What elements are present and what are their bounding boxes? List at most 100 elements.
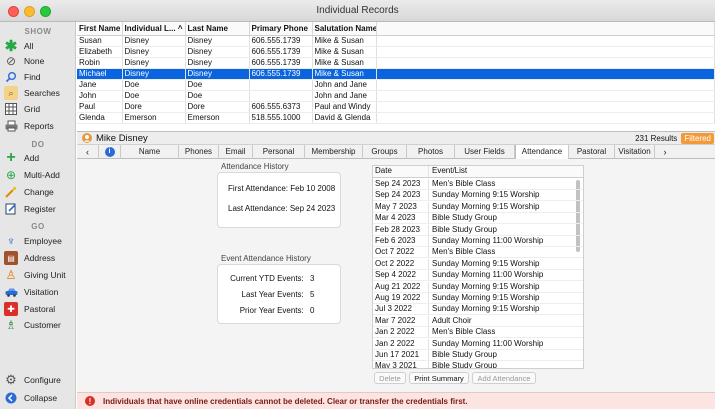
sidebar-item-label: Pastoral — [24, 304, 56, 314]
event-date: Jan 2 2022 — [373, 338, 429, 349]
print-summary-button[interactable]: Print Summary — [409, 372, 469, 384]
table-cell-empty — [376, 90, 715, 102]
list-item[interactable]: Feb 6 2023 Sunday Morning 11:00 Worship — [373, 236, 583, 247]
pastoral-icon: ✚ — [4, 302, 18, 316]
list-item[interactable]: Jun 17 2021 Bible Study Group — [373, 350, 583, 361]
prior-year-events-value: 0 — [310, 306, 315, 315]
table-cell: Dore — [185, 101, 250, 113]
column-header-primary-phone[interactable]: Primary Phone — [249, 22, 313, 36]
tab-info[interactable]: i — [99, 144, 121, 159]
tab-scroll-left[interactable]: ‹ — [77, 144, 99, 159]
close-window-button[interactable] — [8, 6, 19, 17]
sidebar-item-multi-add[interactable]: ⊕ Multi-Add — [4, 166, 74, 184]
table-row[interactable]: Elizabeth Disney Disney 606.555.1739 Mike & … — [77, 46, 715, 58]
tab-phones[interactable]: Phones — [179, 144, 219, 159]
tab-user-fields[interactable]: User Fields — [455, 144, 515, 159]
results-count: 231 Results — [635, 133, 678, 143]
table-row[interactable]: John Doe Doe John and Jane — [77, 90, 715, 102]
column-header-event[interactable]: Event/List — [429, 166, 467, 177]
table-cell: Jane — [77, 79, 123, 91]
column-header-first-name[interactable]: First Name — [77, 22, 123, 36]
table-row[interactable]: Michael Disney Disney 606.555.1739 Mike & Su… — [77, 68, 715, 80]
table-cell: 606.555.1739 — [249, 46, 313, 58]
sidebar-item-reports[interactable]: Reports — [4, 117, 74, 135]
list-item[interactable]: Sep 4 2022 Sunday Morning 11:00 Worship — [373, 270, 583, 282]
table-cell: Disney — [122, 46, 186, 58]
event-list-table[interactable]: Date Event/List Sep 24 2023 Men's Bible C… — [372, 165, 584, 369]
list-item[interactable]: Jul 3 2022 Sunday Morning 9:15 Worship — [373, 304, 583, 316]
sidebar-item-label: Multi-Add — [24, 170, 60, 180]
add-attendance-button[interactable]: Add Attendance — [472, 372, 536, 384]
list-item[interactable]: Jan 2 2022 Men's Bible Class — [373, 327, 583, 339]
table-row[interactable]: Jane Doe Doe John and Jane — [77, 79, 715, 91]
table-cell: Glenda — [77, 112, 123, 124]
event-name: Sunday Morning 9:15 Worship — [432, 304, 540, 314]
table-cell-empty — [376, 68, 715, 80]
table-cell: 606.555.6373 — [249, 101, 313, 113]
records-table: First Name Individual L... ^ Last Name P… — [77, 22, 715, 124]
delete-button[interactable]: Delete — [374, 372, 406, 384]
sidebar-item-register[interactable]: Register — [4, 200, 74, 218]
filtered-badge[interactable]: Filtered — [681, 132, 714, 144]
sidebar-item-grid[interactable]: Grid — [4, 100, 74, 118]
list-item[interactable]: Sep 24 2023 Men's Bible Class — [373, 179, 583, 190]
list-item[interactable]: Oct 7 2022 Men's Bible Class — [373, 247, 583, 259]
column-header-salutation[interactable]: Salutation Name — [312, 22, 377, 36]
list-item[interactable]: Mar 7 2022 Adult Choir — [373, 315, 583, 327]
tab-membership[interactable]: Membership — [305, 144, 363, 159]
list-item[interactable]: Feb 28 2023 Bible Study Group — [373, 224, 583, 236]
column-header-empty — [376, 22, 715, 36]
register-icon — [4, 202, 18, 216]
sidebar-item-address[interactable]: ▤ Address — [4, 249, 74, 267]
configure-button[interactable]: ⚙ Configure — [4, 371, 74, 389]
tab-scroll-right[interactable]: › — [655, 145, 675, 159]
event-name: Bible Study Group — [432, 213, 497, 223]
list-item[interactable]: Sep 24 2023 Sunday Morning 9:15 Worship — [373, 190, 583, 202]
column-header-last-name[interactable]: Last Name — [185, 22, 250, 36]
person-icon — [82, 133, 92, 143]
tab-pastoral[interactable]: Pastoral — [569, 144, 615, 159]
tab-photos[interactable]: Photos — [407, 144, 455, 159]
list-item[interactable]: Oct 2 2022 Sunday Morning 9:15 Worship — [373, 258, 583, 270]
event-date: May 3 2021 — [373, 361, 429, 368]
collapse-icon — [4, 391, 18, 405]
sidebar-item-add[interactable]: + Add — [4, 149, 74, 167]
list-item[interactable]: May 7 2023 Sunday Morning 9:15 Worship — [373, 201, 583, 213]
sidebar-item-giving-unit[interactable]: ♙ Giving Unit — [4, 266, 74, 284]
table-row[interactable]: Susan Disney Disney 606.555.1739 Mike & Susa… — [77, 35, 715, 47]
attendance-panel: Attendance History First Attendance: Feb… — [77, 159, 715, 392]
collapse-button[interactable]: Collapse — [4, 389, 74, 407]
list-item[interactable]: Aug 21 2022 Sunday Morning 9:15 Worship — [373, 281, 583, 293]
multi-add-icon: ⊕ — [5, 168, 17, 182]
tab-email[interactable]: Email — [219, 144, 253, 159]
tab-attendance[interactable]: Attendance — [515, 144, 569, 159]
tab-groups[interactable]: Groups — [363, 144, 407, 159]
attendance-history-box: First Attendance: Feb 10 2008 Last Atten… — [217, 172, 341, 228]
records-grid[interactable]: First Name Individual L... ^ Last Name P… — [77, 22, 715, 132]
list-item[interactable]: Mar 4 2023 Bible Study Group — [373, 213, 583, 225]
event-date: Mar 7 2022 — [373, 315, 429, 326]
sidebar-item-visitation[interactable]: Visitation — [4, 283, 74, 301]
table-row[interactable]: Paul Dore Dore 606.555.6373 Paul and Windy — [77, 101, 715, 113]
zoom-window-button[interactable] — [40, 6, 51, 17]
table-cell: Mike & Susan — [312, 57, 377, 69]
tab-visitation[interactable]: Visitation — [615, 144, 655, 159]
table-row[interactable]: Glenda Emerson Emerson 518.555.1000 David & … — [77, 112, 715, 124]
sidebar-item-customer[interactable]: ♗ Customer — [4, 316, 74, 334]
list-item[interactable]: Aug 19 2022 Sunday Morning 9:15 Worship — [373, 293, 583, 304]
table-row[interactable]: Robin Disney Disney 606.555.1739 Mike & Susa… — [77, 57, 715, 69]
event-date: Sep 4 2022 — [373, 270, 429, 281]
table-cell: 606.555.1739 — [249, 35, 313, 47]
column-header-date[interactable]: Date — [373, 166, 429, 177]
last-year-events-value: 5 — [310, 290, 315, 299]
sidebar-item-change[interactable]: Change — [4, 183, 74, 201]
sidebar-item-employee[interactable]: ♆ Employee — [4, 232, 74, 250]
column-header-individual-last[interactable]: Individual L... ^ — [122, 22, 186, 36]
tab-name[interactable]: Name — [121, 144, 179, 159]
event-name: Bible Study Group — [432, 350, 497, 359]
minimize-window-button[interactable] — [24, 6, 35, 17]
table-cell: Disney — [122, 68, 186, 80]
list-item[interactable]: Jan 2 2022 Sunday Morning 11:00 Worship — [373, 338, 583, 350]
list-item[interactable]: May 3 2021 Bible Study Group — [373, 361, 583, 368]
tab-personal[interactable]: Personal — [253, 144, 305, 159]
